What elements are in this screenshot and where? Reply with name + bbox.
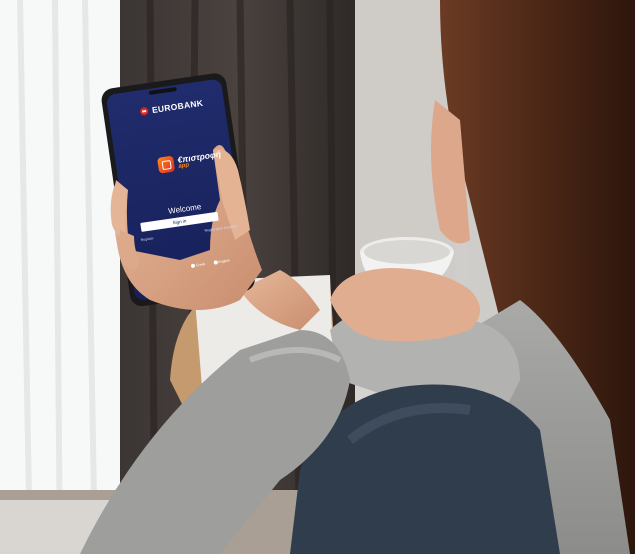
photo-scene	[0, 0, 635, 554]
app-logo: €πιστροφή app	[157, 148, 222, 174]
radio-icon	[213, 260, 218, 265]
lang-english-option[interactable]: English	[213, 259, 230, 265]
radio-icon	[190, 263, 196, 269]
forgot-link[interactable]: Registration forgotten	[204, 224, 238, 233]
photo-background	[0, 0, 635, 554]
lang-greek-option[interactable]: Greek	[190, 262, 206, 269]
eurobank-logo: EUROBANK	[139, 97, 204, 117]
register-link[interactable]: Register	[140, 236, 153, 242]
lang-greek-label: Greek	[195, 262, 206, 268]
language-selector: Greek English	[190, 259, 230, 269]
app-logo-icon	[157, 155, 176, 174]
eurobank-logo-icon	[139, 106, 149, 116]
brand-name: EUROBANK	[151, 97, 204, 116]
lang-english-label: English	[217, 258, 230, 265]
